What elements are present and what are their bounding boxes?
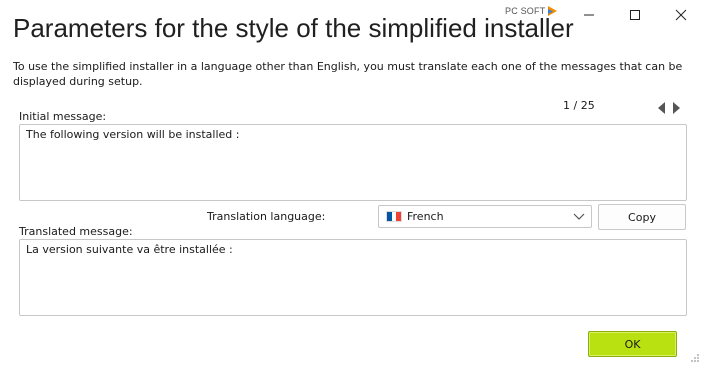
message-counter: 1 / 25 bbox=[563, 99, 595, 112]
initial-message-field[interactable]: The following version will be installed … bbox=[19, 124, 687, 201]
ok-button[interactable]: OK bbox=[588, 331, 677, 357]
minimize-icon bbox=[584, 14, 594, 16]
arrow-right-icon bbox=[673, 102, 680, 114]
next-message-button[interactable] bbox=[670, 100, 682, 116]
resize-grip-icon[interactable] bbox=[690, 353, 700, 363]
maximize-button[interactable] bbox=[612, 0, 658, 30]
translated-message-field[interactable]: La version suivante va être installée : bbox=[19, 239, 687, 316]
arrow-left-icon bbox=[658, 102, 665, 114]
close-icon bbox=[675, 9, 687, 21]
translation-language-label: Translation language: bbox=[207, 210, 326, 223]
selected-language: French bbox=[407, 210, 444, 223]
initial-message-label: Initial message: bbox=[19, 110, 107, 123]
close-button[interactable] bbox=[658, 0, 704, 30]
previous-message-button[interactable] bbox=[656, 100, 668, 116]
maximize-icon bbox=[630, 10, 640, 20]
chevron-down-icon bbox=[573, 213, 585, 220]
translated-message-label: Translated message: bbox=[19, 225, 133, 238]
translated-message-text: La version suivante va être installée : bbox=[26, 243, 233, 256]
french-flag-icon bbox=[386, 211, 402, 222]
copy-button[interactable]: Copy bbox=[598, 204, 686, 230]
dialog-window: PC SOFT Parameters for the style of the … bbox=[0, 0, 704, 367]
translation-language-select[interactable]: French bbox=[378, 205, 592, 228]
initial-message-text: The following version will be installed … bbox=[26, 128, 240, 141]
description-text: To use the simplified installer in a lan… bbox=[13, 60, 683, 88]
dialog-title: Parameters for the style of the simplifi… bbox=[13, 13, 574, 43]
